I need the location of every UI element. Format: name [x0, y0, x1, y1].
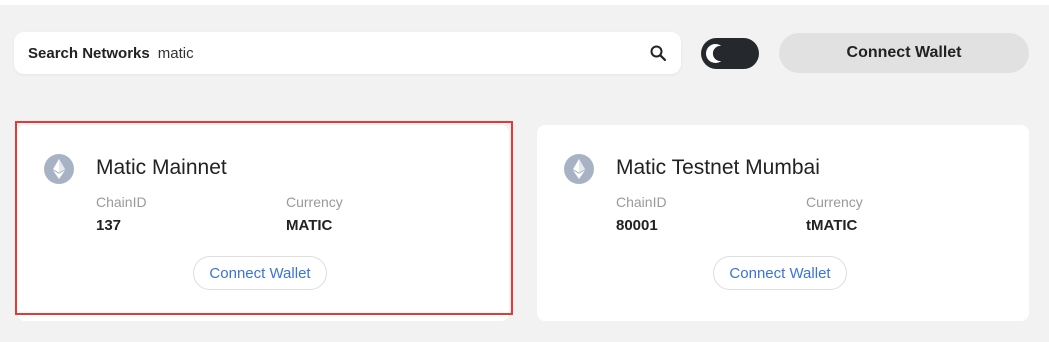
moon-icon: [706, 44, 726, 63]
network-card-matic-mainnet[interactable]: Matic Mainnet ChainID Currency 137 MATIC…: [17, 125, 509, 321]
currency-label: Currency: [806, 194, 863, 210]
connect-wallet-button[interactable]: Connect Wallet: [779, 33, 1029, 73]
network-name: Matic Testnet Mumbai: [616, 156, 820, 179]
currency-label: Currency: [286, 194, 343, 210]
ethereum-icon: [44, 154, 74, 184]
card-connect-wallet-button[interactable]: Connect Wallet: [713, 256, 847, 290]
search-bar[interactable]: Search Networks: [14, 32, 681, 74]
card-connect-wallet-button[interactable]: Connect Wallet: [193, 256, 327, 290]
currency-value: MATIC: [286, 217, 333, 234]
ethereum-icon: [564, 154, 594, 184]
network-card-matic-testnet-mumbai[interactable]: Matic Testnet Mumbai ChainID Currency 80…: [537, 125, 1029, 321]
search-icon[interactable]: [649, 44, 667, 62]
currency-value: tMATIC: [806, 217, 858, 234]
network-name: Matic Mainnet: [96, 156, 227, 179]
chain-id-value: 80001: [616, 217, 658, 234]
chain-id-value: 137: [96, 217, 122, 234]
theme-toggle[interactable]: [701, 38, 759, 69]
search-label: Search Networks: [28, 44, 150, 62]
search-input[interactable]: [157, 44, 639, 62]
chain-id-label: ChainID: [96, 194, 147, 210]
chain-id-label: ChainID: [616, 194, 667, 210]
